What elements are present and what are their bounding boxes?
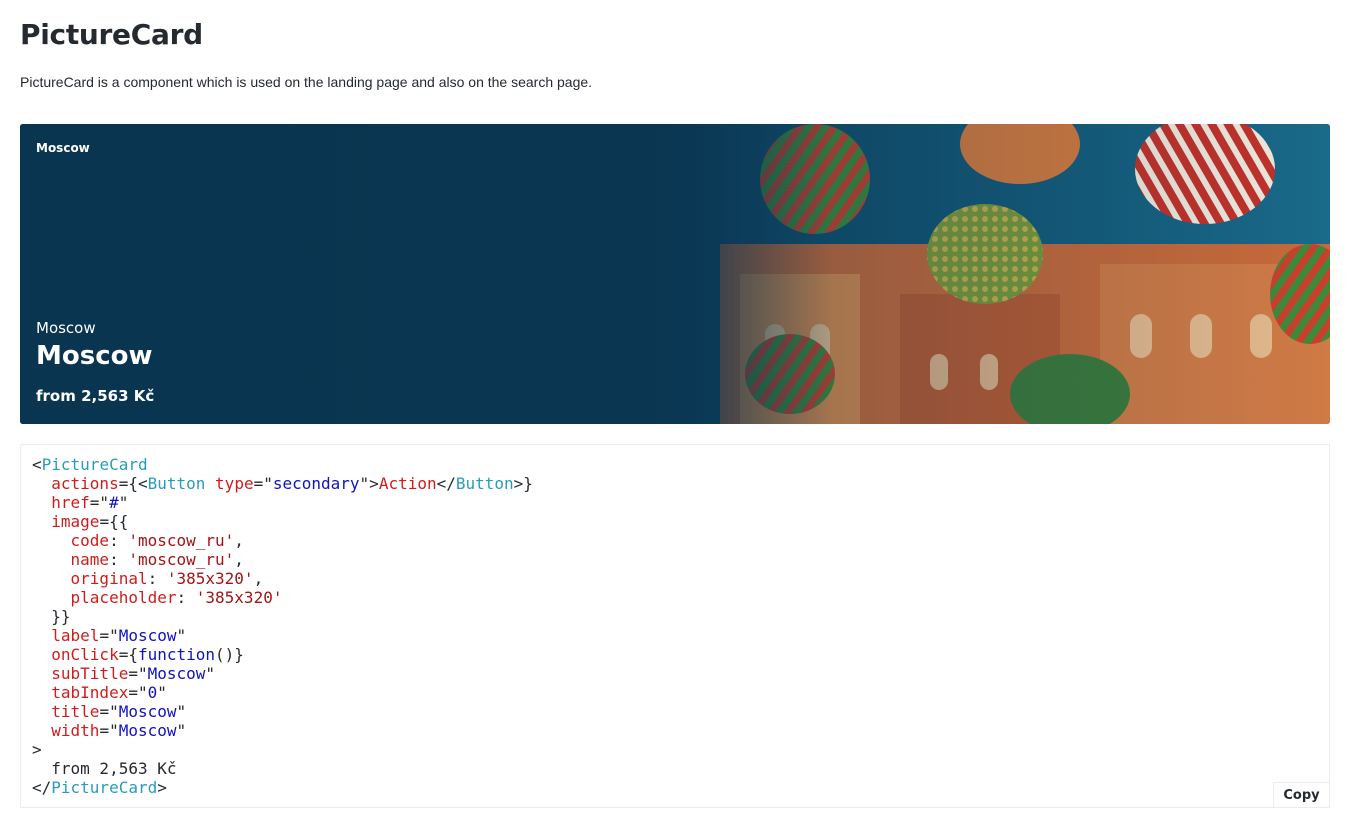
- code-prop: label: [51, 626, 100, 645]
- code-prop: actions: [51, 474, 119, 493]
- code-prop: subTitle: [51, 664, 129, 683]
- code-prop: original: [70, 569, 148, 588]
- card-price: from 2,563 Kč: [36, 387, 155, 405]
- code-example: <PictureCard actions={<Button type="seco…: [20, 444, 1330, 808]
- code-prop: tabIndex: [51, 683, 129, 702]
- code-prop: image: [51, 512, 100, 531]
- code-value: Moscow: [118, 721, 177, 740]
- code-prop: code: [70, 531, 110, 550]
- code-value: #: [109, 493, 119, 512]
- code-tag-name: PictureCard: [41, 455, 148, 474]
- code-tag-name: Button: [455, 474, 514, 493]
- page-description: PictureCard is a component which is used…: [20, 74, 593, 90]
- code-block[interactable]: <PictureCard actions={<Button type="seco…: [32, 455, 533, 797]
- code-prop: placeholder: [70, 588, 177, 607]
- code-prop: name: [70, 550, 110, 569]
- code-value: Moscow: [118, 702, 177, 721]
- code-prop: width: [51, 721, 100, 740]
- code-tag-name: PictureCard: [51, 778, 158, 797]
- card-title: Moscow: [36, 341, 153, 371]
- copy-button[interactable]: Copy: [1273, 782, 1329, 807]
- code-prop: title: [51, 702, 100, 721]
- code-value: 0: [147, 683, 158, 702]
- page-title: PictureCard: [20, 18, 203, 51]
- code-value: Moscow: [118, 626, 177, 645]
- code-value: '385x320': [166, 569, 254, 588]
- code-prop: onClick: [51, 645, 119, 664]
- code-value: function: [137, 645, 216, 664]
- card-subtitle: Moscow: [36, 319, 96, 337]
- code-value: Action: [378, 474, 437, 493]
- code-prop: href: [51, 493, 90, 512]
- code-value: 'moscow_ru': [128, 550, 235, 569]
- code-value: '385x320': [195, 588, 283, 607]
- code-value: secondary: [272, 474, 360, 493]
- code-children: from 2,563 Kč: [51, 759, 177, 778]
- picture-card[interactable]: Moscow Moscow Moscow from 2,563 Kč: [20, 124, 1330, 424]
- code-value: 'moscow_ru': [128, 531, 235, 550]
- code-tag-name: Button: [147, 474, 206, 493]
- code-value: Moscow: [147, 664, 206, 683]
- card-label: Moscow: [36, 141, 90, 155]
- moscow-cathedral-image: [20, 124, 1330, 424]
